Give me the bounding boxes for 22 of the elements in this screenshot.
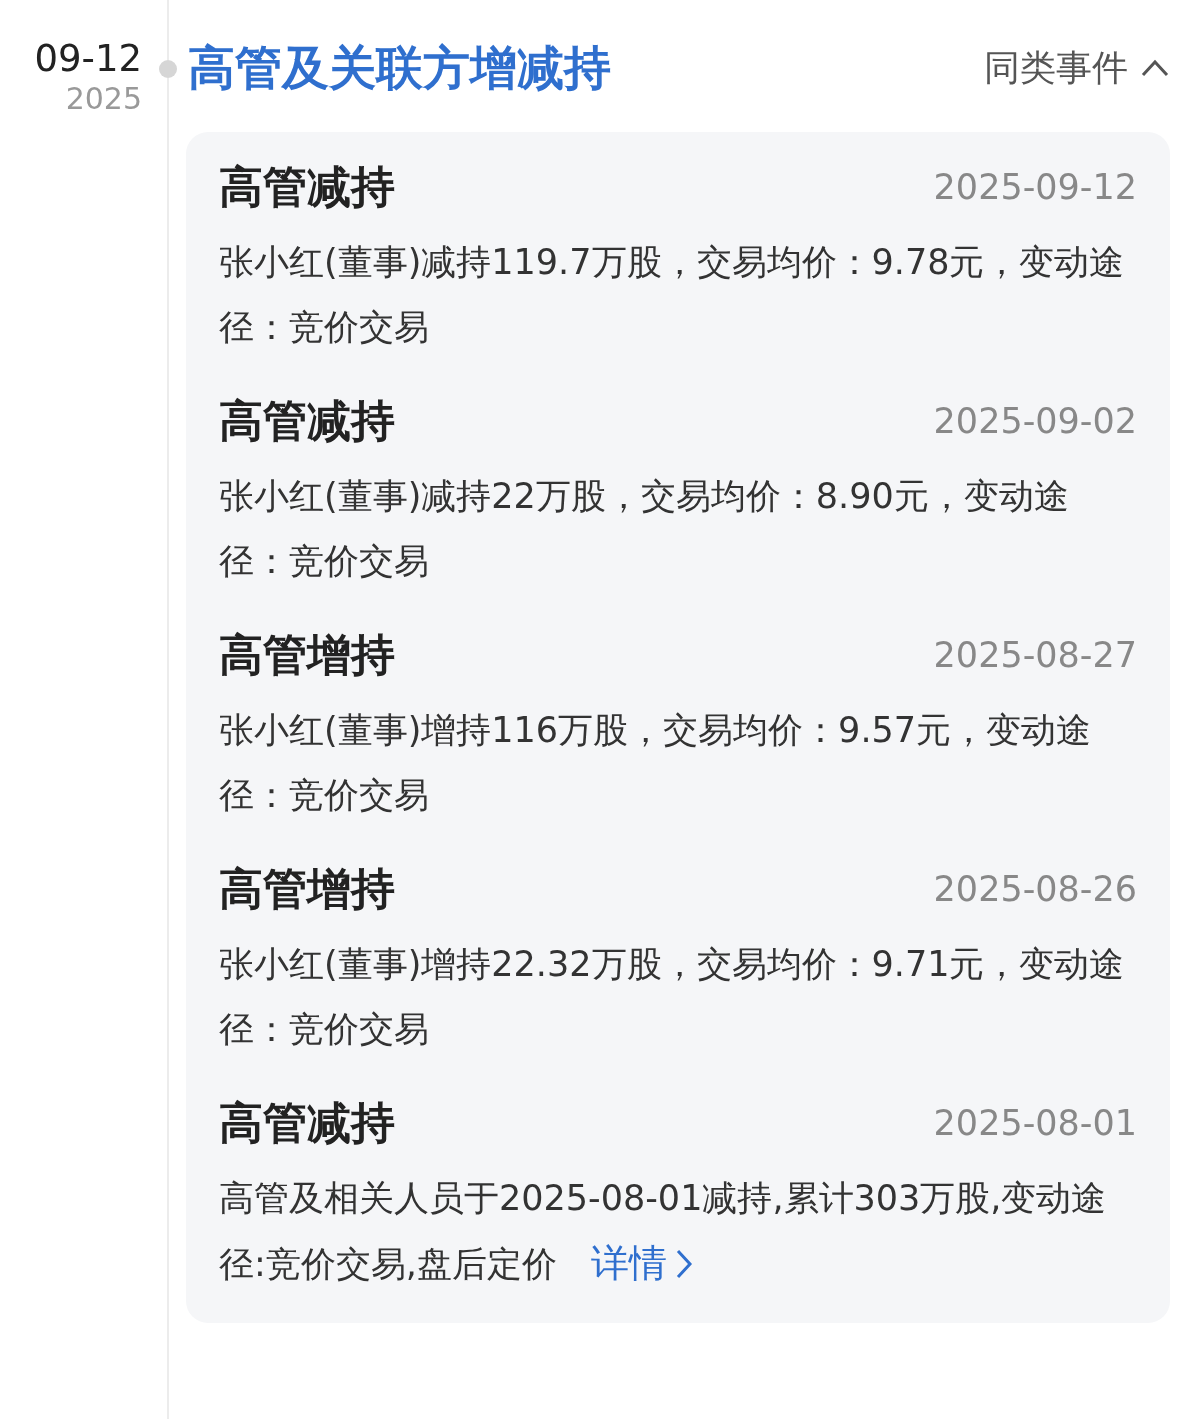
- event-item-date: 2025-08-27: [933, 633, 1137, 677]
- chevron-right-icon: [674, 1247, 693, 1280]
- event-item-description: 张小红(董事)增持116万股，交易均价：9.57元，变动途径：竞价交易: [219, 709, 1093, 817]
- event-item-date: 2025-08-01: [933, 1101, 1137, 1145]
- timeline-date: 09-12: [34, 38, 142, 80]
- event-item-date: 2025-09-02: [933, 399, 1137, 443]
- event-item-title: 高管减持: [219, 160, 395, 214]
- chevron-up-icon: [1140, 58, 1170, 78]
- timeline-year: 2025: [65, 80, 142, 118]
- event-item-description: 张小红(董事)减持119.7万股，交易均价：9.78元，变动途径：竞价交易: [219, 241, 1126, 349]
- event-item-title: 高管减持: [219, 1096, 395, 1150]
- event-title: 高管及关联方增减持: [188, 39, 611, 97]
- event-item-title: 高管减持: [219, 394, 395, 448]
- event-item-title: 高管增持: [219, 862, 395, 916]
- event-item-date: 2025-09-12: [933, 165, 1137, 209]
- event-item-description: 高管及相关人员于2025-08-01减持,累计303万股,变动途径:竞价交易,盘后定价 详情: [219, 1166, 1137, 1297]
- event-item-description: 张小红(董事)减持22万股，交易均价：8.90元，变动途径：竞价交易: [219, 475, 1070, 583]
- event-item-date: 2025-08-26: [933, 867, 1137, 911]
- similar-events-toggle[interactable]: 同类事件: [984, 41, 1170, 95]
- event-item-description: 张小红(董事)增持22.32万股，交易均价：9.71元，变动途径：竞价交易: [219, 943, 1126, 1051]
- event-item-title: 高管增持: [219, 628, 395, 682]
- details-link[interactable]: 详情: [590, 1231, 693, 1296]
